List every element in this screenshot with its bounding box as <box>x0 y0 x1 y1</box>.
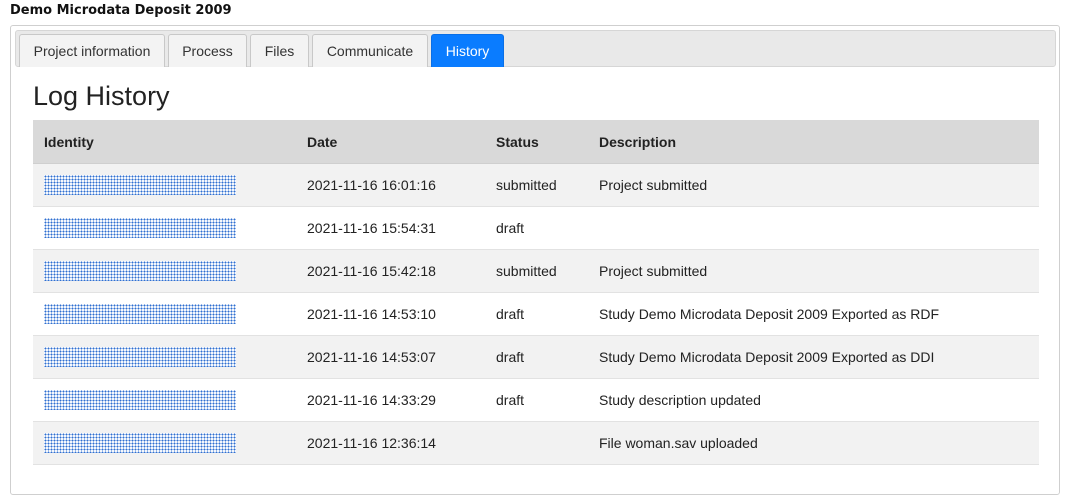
column-header-description: Description <box>588 120 1039 164</box>
table-row: 2021-11-16 14:53:10 draft Study Demo Mic… <box>33 292 1039 336</box>
identity-cell <box>33 163 296 207</box>
table-row: 2021-11-16 14:33:29 draft Study descript… <box>33 378 1039 422</box>
table-row: 2021-11-16 15:54:31 draft <box>33 206 1039 250</box>
page-title: Demo Microdata Deposit 2009 <box>10 3 232 18</box>
status-cell: submitted <box>485 249 588 293</box>
identity-cell <box>33 292 296 336</box>
tab-communicate[interactable]: Communicate <box>312 34 428 67</box>
date-cell: 2021-11-16 16:01:16 <box>296 163 485 207</box>
redacted-identity <box>44 175 236 195</box>
description-cell: File woman.sav uploaded <box>588 421 1039 465</box>
description-cell: Project submitted <box>588 163 1039 207</box>
date-cell: 2021-11-16 15:42:18 <box>296 249 485 293</box>
redacted-identity <box>44 304 236 324</box>
table-row: 2021-11-16 12:36:14 File woman.sav uploa… <box>33 421 1039 465</box>
column-header-identity: Identity <box>33 120 296 164</box>
date-cell: 2021-11-16 12:36:14 <box>296 421 485 465</box>
column-header-date: Date <box>296 120 485 164</box>
identity-cell <box>33 249 296 293</box>
identity-cell <box>33 421 296 465</box>
status-cell: submitted <box>485 163 588 207</box>
description-cell: Project submitted <box>588 249 1039 293</box>
table-row: 2021-11-16 14:53:07 draft Study Demo Mic… <box>33 335 1039 379</box>
description-cell <box>588 206 1039 250</box>
status-cell: draft <box>485 378 588 422</box>
tab-files[interactable]: Files <box>250 34 309 67</box>
status-cell: draft <box>485 335 588 379</box>
redacted-identity <box>44 218 236 238</box>
status-cell <box>485 421 588 465</box>
status-cell: draft <box>485 292 588 336</box>
date-cell: 2021-11-16 14:53:10 <box>296 292 485 336</box>
table-row: 2021-11-16 15:42:18 submitted Project su… <box>33 249 1039 293</box>
tab-history[interactable]: History <box>431 34 504 67</box>
date-cell: 2021-11-16 14:33:29 <box>296 378 485 422</box>
identity-cell <box>33 206 296 250</box>
identity-cell <box>33 378 296 422</box>
table-row: 2021-11-16 16:01:16 submitted Project su… <box>33 163 1039 207</box>
redacted-identity <box>44 261 236 281</box>
tab-project-information[interactable]: Project information <box>19 34 165 67</box>
column-header-status: Status <box>485 120 588 164</box>
redacted-identity <box>44 433 236 453</box>
description-cell: Study description updated <box>588 378 1039 422</box>
log-history-heading: Log History <box>33 81 170 111</box>
status-cell: draft <box>485 206 588 250</box>
description-cell: Study Demo Microdata Deposit 2009 Export… <box>588 335 1039 379</box>
date-cell: 2021-11-16 15:54:31 <box>296 206 485 250</box>
date-cell: 2021-11-16 14:53:07 <box>296 335 485 379</box>
tab-process[interactable]: Process <box>168 34 247 67</box>
table-header-row: Identity Date Status Description <box>33 120 1039 164</box>
description-cell: Study Demo Microdata Deposit 2009 Export… <box>588 292 1039 336</box>
log-history-table: Identity Date Status Description 2021-11… <box>33 120 1039 465</box>
tab-bar: Project information Process Files Commun… <box>15 30 1056 67</box>
redacted-identity <box>44 390 236 410</box>
project-panel: Project information Process Files Commun… <box>10 25 1060 495</box>
redacted-identity <box>44 347 236 367</box>
identity-cell <box>33 335 296 379</box>
